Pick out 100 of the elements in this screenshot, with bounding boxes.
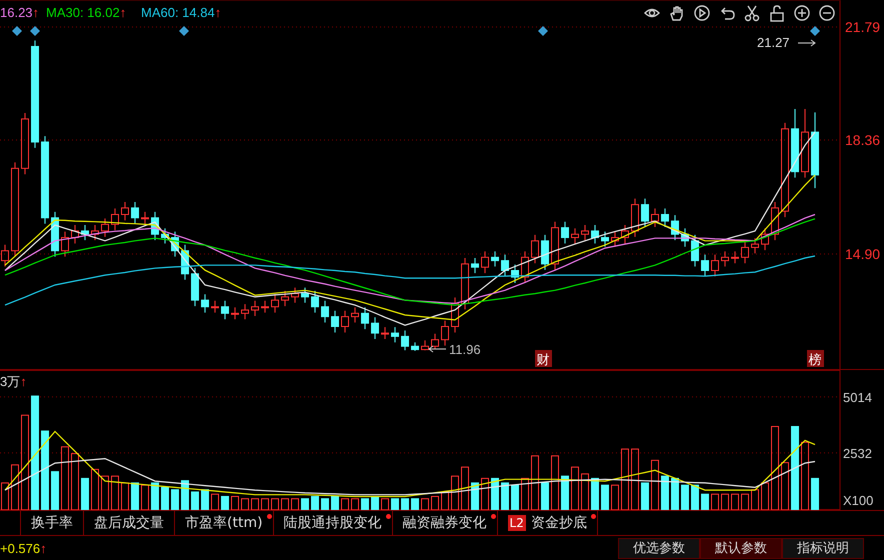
hand-icon[interactable]: [670, 6, 683, 21]
bar: [101, 476, 109, 510]
bar: [301, 498, 309, 510]
bar: [531, 455, 539, 510]
bar: [481, 478, 489, 510]
moving-average-label: 16.23↑: [0, 5, 40, 20]
candlestick: [791, 108, 799, 178]
bar: [561, 476, 569, 510]
scissors-icon[interactable]: [744, 5, 760, 22]
bar: [221, 496, 229, 510]
bar: [1, 482, 9, 510]
candlestick: [781, 122, 789, 218]
bar: [131, 482, 139, 510]
bar: [171, 489, 179, 510]
bar: [241, 498, 249, 510]
zoom-in-icon[interactable]: [794, 5, 810, 21]
event-badge[interactable]: 财: [535, 350, 552, 367]
bar: [781, 462, 789, 510]
event-badge[interactable]: 榜: [807, 350, 824, 367]
bar: [751, 489, 759, 510]
bar: [591, 478, 599, 510]
candlestick: [31, 40, 39, 148]
candlestick: [471, 257, 479, 274]
parameter-tab[interactable]: 优选参数: [618, 538, 700, 558]
candlestick: [571, 228, 579, 244]
bar: [291, 498, 299, 510]
bar: [41, 430, 49, 510]
bar: [71, 453, 79, 510]
bar: [681, 484, 689, 510]
candlestick: [341, 310, 349, 333]
bar: [161, 486, 169, 510]
bar: [811, 478, 819, 510]
diamond-icon[interactable]: [179, 26, 189, 36]
candlestick: [351, 306, 359, 324]
bar: [251, 498, 259, 510]
bar: [311, 496, 319, 510]
bar: [411, 498, 419, 510]
bar: [471, 482, 479, 510]
bar: [461, 466, 469, 510]
bar: [401, 498, 409, 510]
candlestick: [441, 320, 449, 346]
bar: [261, 498, 269, 510]
bar: [661, 476, 669, 510]
volume-unit-label: 3万↑: [0, 374, 27, 389]
bar: [451, 476, 459, 510]
bar: [281, 498, 289, 510]
bar: [791, 426, 799, 510]
candlestick: [561, 221, 569, 244]
price-axis-label: 14.90: [845, 246, 880, 262]
candlestick: [801, 108, 809, 178]
candlestick: [231, 306, 239, 320]
bar: [611, 484, 619, 510]
candlestick: [731, 250, 739, 264]
diamond-icon[interactable]: [538, 26, 548, 36]
candlestick: [491, 250, 499, 268]
bar: [711, 494, 719, 510]
volume-axis-label: 5014: [843, 390, 872, 405]
bar: [391, 498, 399, 510]
eye-icon[interactable]: [644, 8, 660, 18]
bar: [731, 494, 739, 510]
price-axis-label: 18.36: [845, 132, 880, 148]
parameter-tab[interactable]: 指标说明: [782, 538, 864, 558]
moving-average-label: MA60: 14.84↑: [141, 5, 222, 20]
bar: [51, 471, 59, 510]
bar: [201, 489, 209, 510]
parameter-tab[interactable]: 默认参数: [700, 538, 782, 558]
bar: [551, 455, 559, 510]
bar: [421, 498, 429, 510]
bar: [721, 494, 729, 510]
candlestick: [331, 310, 339, 333]
bar: [541, 482, 549, 510]
candlestick: [21, 112, 29, 175]
moving-average-label: MA30: 16.02↑: [46, 5, 126, 20]
bar: [771, 426, 779, 510]
diamond-icon[interactable]: [810, 26, 820, 36]
zoom-out-icon[interactable]: [819, 5, 835, 21]
undo-icon[interactable]: [721, 7, 735, 20]
indicator-value: +0.576↑: [0, 540, 47, 556]
level2-badge: L2: [508, 515, 526, 531]
arrow-icon: [798, 40, 816, 46]
bar: [81, 478, 89, 510]
bar: [381, 498, 389, 510]
bar: [331, 496, 339, 510]
candlestick: [111, 208, 119, 231]
bar: [321, 498, 329, 510]
bar: [191, 491, 199, 510]
bar: [271, 498, 279, 510]
bar: [211, 494, 219, 510]
bar: [581, 473, 589, 510]
bar: [651, 460, 659, 510]
volume-scale-label: X100: [843, 493, 874, 508]
lock-icon[interactable]: [770, 5, 784, 22]
bar: [701, 494, 709, 510]
play-icon[interactable]: [694, 5, 710, 21]
bar: [21, 414, 29, 510]
low-price-label: 11.96: [449, 342, 481, 357]
bar: [501, 482, 509, 510]
bar: [341, 498, 349, 510]
price-axis-label: 21.79: [845, 19, 880, 36]
bar: [671, 478, 679, 510]
